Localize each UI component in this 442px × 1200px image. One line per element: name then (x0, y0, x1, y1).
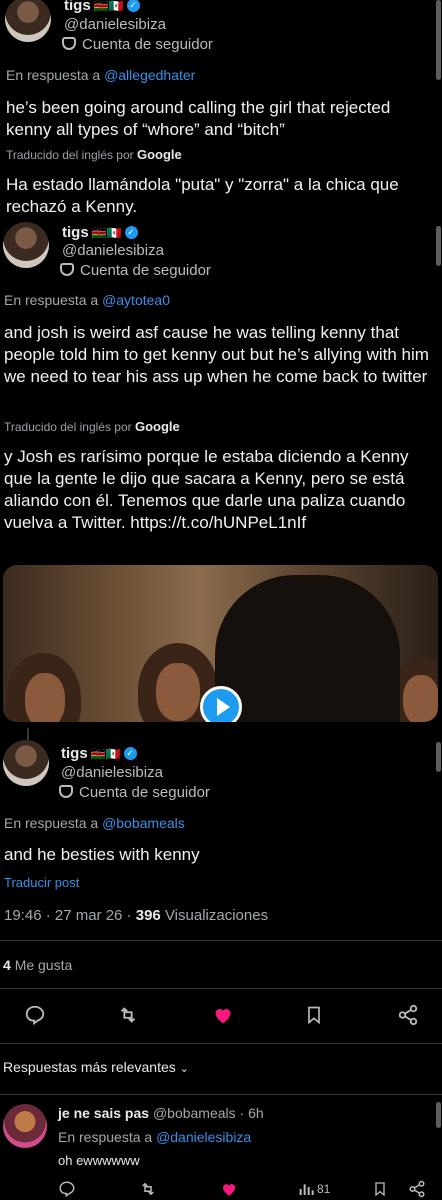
views-icon[interactable] (298, 1181, 314, 1197)
play-icon[interactable] (200, 686, 242, 722)
mention-link[interactable]: @bobameals (102, 815, 185, 831)
timestamp: 19:46 · 27 mar 26 · (4, 907, 132, 924)
likes-label: Me gusta (14, 957, 73, 973)
mention-link[interactable]: @allegedhater (104, 67, 195, 83)
author-name-row[interactable]: tigs 🇰🇪🇲🇽 ✓ (62, 224, 138, 242)
scrollbar[interactable] (436, 1102, 441, 1128)
avatar[interactable] (5, 0, 51, 42)
replies-filter-dropdown[interactable]: Respuestas más relevantes ⌄ (3, 1059, 189, 1075)
like-icon[interactable] (220, 1180, 238, 1198)
author-name-row[interactable]: tigs 🇰🇪🇲🇽 ✓ (61, 745, 137, 763)
chevron-down-icon: ⌄ (179, 1063, 189, 1075)
reply-author-row[interactable]: je ne sais pas @bobameals · 6h (58, 1105, 264, 1121)
divider (0, 940, 442, 941)
tweet-text: and josh is weird asf cause he was telli… (4, 323, 429, 386)
author-handle[interactable]: @danielesibiza (62, 242, 164, 259)
tweet-text: and he besties with kenny (4, 845, 200, 864)
video-figure (403, 675, 438, 722)
follower-badge: Cuenta de seguidor (60, 262, 211, 279)
avatar[interactable] (3, 222, 49, 268)
retweet-icon[interactable] (116, 1004, 140, 1026)
replies-filter-label: Respuestas más relevantes (3, 1059, 176, 1075)
reply-author-name: je ne sais pas (58, 1105, 150, 1121)
retweet-icon[interactable] (138, 1180, 158, 1198)
shield-icon (60, 263, 74, 276)
author-handle[interactable]: @danielesibiza (61, 764, 163, 781)
views-count: 81 (317, 1182, 331, 1196)
video-figure (156, 663, 200, 721)
video-figure (215, 575, 400, 722)
follower-badge: Cuenta de seguidor (59, 784, 210, 801)
translate-post-link[interactable]: Traducir post (4, 875, 79, 890)
translation-credit: Traducido del inglés por Google (4, 419, 180, 434)
author-name-row[interactable]: tigs 🇰🇪🇲🇽 ✓ (64, 0, 140, 15)
verified-icon: ✓ (126, 0, 140, 13)
video-figure (25, 673, 65, 722)
flags: 🇰🇪🇲🇽 (90, 747, 121, 761)
author-name: tigs (61, 745, 88, 762)
bookmark-icon[interactable] (372, 1180, 388, 1198)
reply-handle: @bobameals · 6h (152, 1105, 264, 1121)
mention-link[interactable]: @aytotea0 (102, 292, 170, 308)
share-icon[interactable] (397, 1004, 419, 1026)
follower-badge: Cuenta de seguidor (62, 36, 213, 53)
avatar[interactable] (3, 1104, 47, 1148)
flags: 🇰🇪🇲🇽 (93, 0, 124, 13)
scrollbar[interactable] (436, 226, 441, 266)
likes-summary[interactable]: 4 Me gusta (3, 957, 72, 973)
video-player[interactable] (3, 565, 438, 722)
divider (0, 1094, 442, 1095)
reply-icon[interactable] (24, 1004, 46, 1026)
reply-context: En respuesta a @danielesibiza (58, 1129, 252, 1145)
bookmark-icon[interactable] (304, 1004, 324, 1026)
author-name: tigs (64, 0, 91, 14)
verified-icon: ✓ (124, 226, 138, 240)
author-handle[interactable]: @danielesibiza (64, 16, 166, 33)
verified-icon: ✓ (123, 747, 137, 761)
google-logo: Google (136, 147, 182, 162)
scrollbar[interactable] (436, 0, 441, 80)
translation-credit: Traducido del inglés por Google (6, 147, 182, 162)
reply-icon[interactable] (58, 1180, 76, 1198)
translated-text: y Josh es rarísimo porque le estaba dici… (4, 447, 409, 532)
avatar[interactable] (3, 740, 49, 786)
divider (0, 1043, 442, 1044)
views-label: Visualizaciones (164, 907, 269, 924)
reply-context: En respuesta a @bobameals (4, 815, 185, 831)
shield-icon (62, 37, 76, 50)
divider (0, 988, 442, 989)
views-count: 396 (135, 907, 161, 924)
google-logo: Google (134, 419, 180, 434)
reply-text: oh ewwwwww (58, 1153, 140, 1168)
tweet-meta: 19:46 · 27 mar 26 · 396 Visualizaciones (4, 907, 268, 924)
flags: 🇰🇪🇲🇽 (91, 226, 122, 240)
scrollbar[interactable] (436, 742, 441, 772)
mention-link[interactable]: @danielesibiza (156, 1129, 251, 1145)
shield-icon (59, 785, 73, 798)
tweet-text: he’s been going around calling the girl … (6, 98, 391, 139)
likes-count: 4 (3, 957, 11, 973)
reply-context: En respuesta a @aytotea0 (4, 292, 170, 308)
reply-context: En respuesta a @allegedhater (6, 67, 196, 83)
author-name: tigs (62, 224, 89, 241)
share-icon[interactable] (408, 1180, 426, 1198)
like-icon[interactable] (211, 1004, 235, 1026)
translated-text: Ha estado llamándola "puta" y "zorra" a … (6, 175, 399, 216)
